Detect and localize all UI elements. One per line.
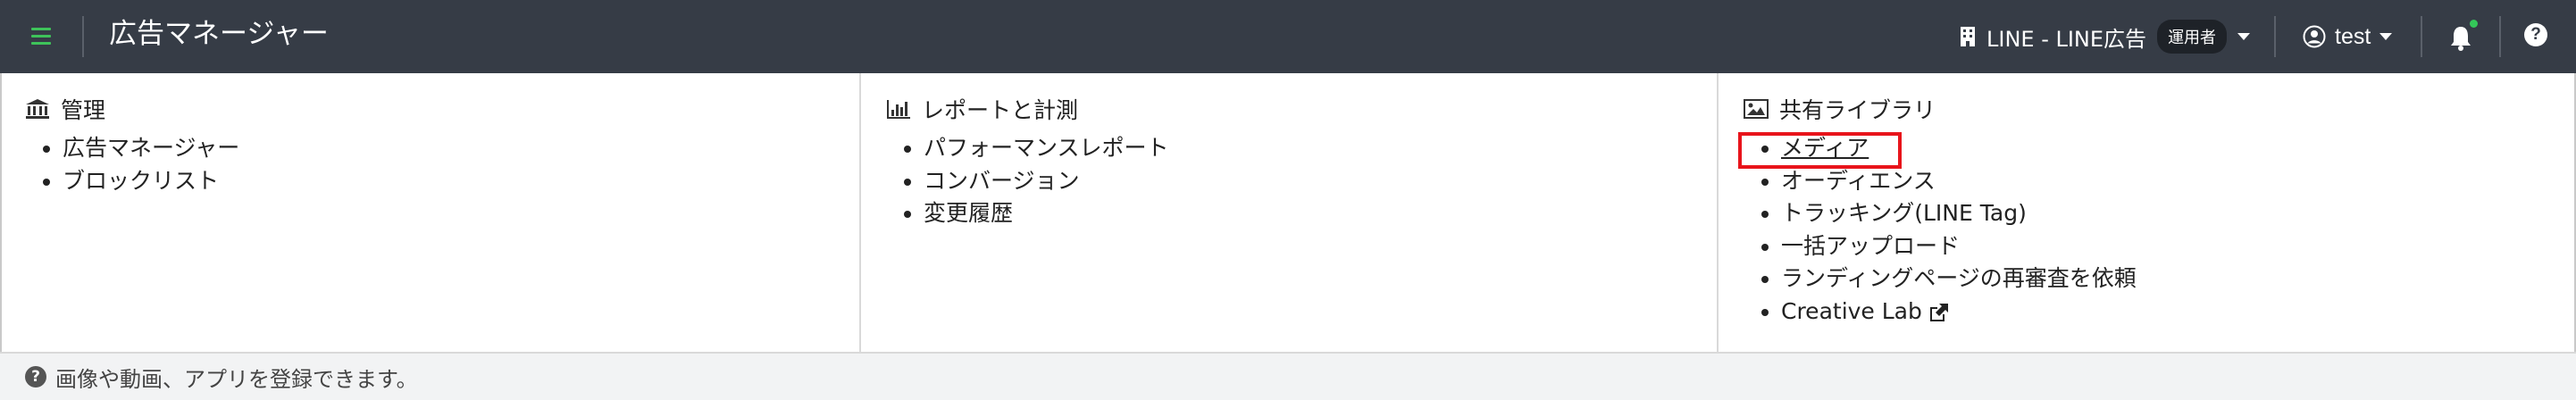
help-icon[interactable]: ? <box>2524 23 2547 46</box>
building-icon <box>1961 27 1975 46</box>
divider <box>2274 16 2276 57</box>
notification-dot <box>2470 20 2478 28</box>
column-heading: 共有ライブラリ <box>1744 93 1936 125</box>
footer-help-bar: ? 画像や動画、アプリを登録できます。 <box>0 352 2576 400</box>
account-name: LINE - LINE広告 <box>1986 26 2147 52</box>
menu-panel: 管理 広告マネージャー ブロックリスト レポートと計測 パフォーマンスレポート … <box>0 73 2576 352</box>
divider <box>82 16 84 57</box>
divider <box>2499 16 2501 57</box>
account-switcher[interactable]: LINE - LINE広告 運用者 <box>1960 18 2251 55</box>
column-heading: 管理 <box>25 93 105 125</box>
column-reports: レポートと計測 パフォーマンスレポート コンバージョン 変更履歴 <box>859 73 1717 352</box>
notification-bell-icon[interactable] <box>2447 20 2478 54</box>
bar-chart-icon <box>887 100 910 119</box>
external-link-icon <box>1929 303 1948 321</box>
image-icon <box>1744 99 1769 119</box>
link-change-history[interactable]: 変更履歴 <box>924 197 1169 230</box>
link-ad-manager[interactable]: 広告マネージャー <box>63 132 239 165</box>
highlight-box <box>1738 132 1902 169</box>
user-name: test <box>2335 23 2371 49</box>
chevron-down-icon <box>2237 33 2251 40</box>
link-conversion[interactable]: コンバージョン <box>924 165 1169 198</box>
hamburger-menu-icon[interactable] <box>25 20 57 52</box>
link-list: 広告マネージャー ブロックリスト <box>30 132 239 197</box>
column-heading-label: 管理 <box>61 97 106 123</box>
column-management: 管理 広告マネージャー ブロックリスト <box>0 73 859 352</box>
link-blocklist[interactable]: ブロックリスト <box>63 165 239 198</box>
footer-help-text: 画像や動画、アプリを登録できます。 <box>55 366 418 392</box>
link-creative-lab-label: Creative Lab <box>1781 297 1922 324</box>
column-heading-label: 共有ライブラリ <box>1779 97 1936 123</box>
link-landing-page-review[interactable]: ランディングページの再審査を依頼 <box>1781 262 2137 296</box>
column-heading-label: レポートと計測 <box>922 97 1079 123</box>
column-shared-library: 共有ライブラリ メディア オーディエンス トラッキング(LINE Tag) 一括… <box>1717 73 2576 352</box>
user-avatar-icon <box>2303 25 2326 48</box>
bank-icon <box>26 99 49 119</box>
column-heading: レポートと計測 <box>886 93 1078 125</box>
link-performance-report[interactable]: パフォーマンスレポート <box>924 132 1169 165</box>
question-circle-icon: ? <box>25 366 46 388</box>
user-menu[interactable]: test <box>2303 18 2393 55</box>
chevron-down-icon <box>2379 33 2393 40</box>
link-audience[interactable]: オーディエンス <box>1781 165 2137 198</box>
top-navbar: 広告マネージャー LINE - LINE広告 運用者 test ? <box>0 0 2576 73</box>
link-bulk-upload[interactable]: 一括アップロード <box>1781 230 2137 263</box>
role-badge: 運用者 <box>2157 20 2228 54</box>
divider <box>2421 16 2422 57</box>
link-tracking[interactable]: トラッキング(LINE Tag) <box>1781 197 2137 230</box>
link-list: パフォーマンスレポート コンバージョン 変更履歴 <box>891 132 1169 230</box>
app-title: 広告マネージャー <box>109 18 329 50</box>
link-creative-lab[interactable]: Creative Lab <box>1781 296 2137 329</box>
